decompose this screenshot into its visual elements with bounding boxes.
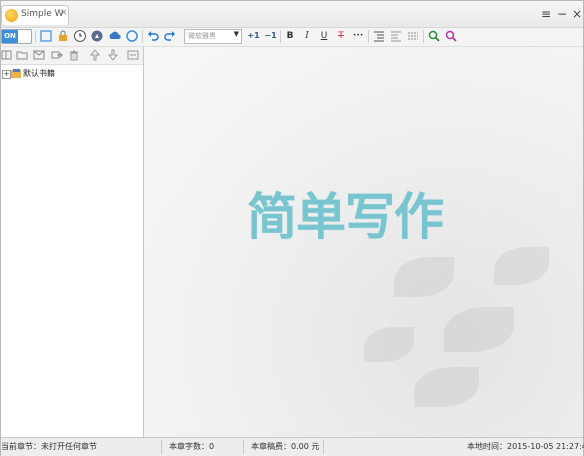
toggle-label: ON	[2, 30, 18, 43]
menu-button[interactable]: ≡	[539, 7, 553, 21]
title-bar: Simple W × ≡ − ×	[1, 1, 583, 28]
app-window: Simple W × ≡ − × ON 微软雅黑 ▼ +1 −1 B I U T…	[0, 0, 584, 456]
compass-icon[interactable]	[90, 29, 104, 43]
tree-item-label: 默认书籍	[23, 69, 55, 78]
status-chapter-fee: 本章稿费：0.00 元	[251, 442, 320, 451]
status-divider	[161, 440, 162, 454]
status-divider	[323, 440, 324, 454]
status-chapter-words: 本章字数：0	[169, 442, 215, 451]
list-icon[interactable]	[406, 29, 420, 43]
on-toggle[interactable]: ON	[1, 29, 32, 44]
status-bar: 当前章节：未打开任何章节 本章字数：0 本章稿费：0.00 元 本地时间：201…	[1, 437, 584, 456]
font-select[interactable]: 微软雅黑 ▼	[184, 29, 242, 44]
background-leaf	[444, 307, 514, 352]
circle-icon[interactable]	[125, 29, 139, 43]
redo-icon[interactable]	[163, 29, 177, 43]
toolbar-divider	[280, 30, 281, 43]
background-leaf	[414, 367, 479, 407]
toolbar-divider	[423, 30, 424, 43]
font-size-increase-button[interactable]: +1	[246, 29, 261, 43]
image-icon[interactable]	[33, 49, 45, 61]
expand-icon[interactable]: +	[2, 70, 11, 79]
status-current-chapter: 当前章节：未打开任何章节	[1, 442, 97, 451]
indent-right-icon[interactable]	[389, 29, 403, 43]
tab-close-icon[interactable]: ×	[60, 8, 68, 18]
app-logo-icon	[5, 9, 18, 22]
new-book-icon[interactable]	[1, 49, 13, 61]
background-leaf	[394, 257, 454, 297]
search-icon[interactable]	[427, 29, 441, 43]
document-tab[interactable]: Simple W ×	[1, 5, 69, 25]
font-size-decrease-button[interactable]: −1	[263, 29, 278, 43]
bold-button[interactable]: B	[283, 29, 297, 43]
brand-logo: 简单写作	[247, 188, 444, 246]
toolbar-divider	[35, 30, 36, 43]
arrow-down-icon[interactable]	[107, 49, 119, 61]
lock-icon[interactable]	[56, 29, 70, 43]
sidebar-toolbar	[1, 47, 143, 65]
font-select-value: 微软雅黑	[188, 32, 216, 40]
strikethrough-button[interactable]: T	[334, 29, 348, 43]
more-button[interactable]: •••	[351, 29, 365, 43]
replace-icon[interactable]	[444, 29, 458, 43]
clock-icon[interactable]	[73, 29, 87, 43]
export-icon[interactable]	[51, 49, 63, 61]
fullscreen-icon[interactable]	[39, 29, 53, 43]
book-sidebar: + 默认书籍	[1, 47, 144, 437]
underline-button[interactable]: U	[317, 29, 331, 43]
background-leaf	[494, 247, 549, 285]
trash-icon[interactable]	[68, 49, 80, 61]
italic-button[interactable]: I	[300, 29, 314, 43]
collapse-icon[interactable]	[127, 49, 139, 61]
minimize-button[interactable]: −	[555, 7, 569, 21]
cloud-icon[interactable]	[108, 29, 122, 43]
book-icon	[11, 69, 22, 79]
editor-area[interactable]: 简单写作	[144, 47, 583, 437]
main-toolbar: ON 微软雅黑 ▼ +1 −1 B I U T •••	[1, 28, 583, 47]
chevron-down-icon: ▼	[233, 30, 239, 38]
toolbar-divider	[142, 30, 143, 43]
indent-left-icon[interactable]	[372, 29, 386, 43]
tree-item-book[interactable]: + 默认书籍	[1, 67, 141, 81]
close-button[interactable]: ×	[570, 7, 584, 21]
arrow-up-icon[interactable]	[89, 49, 101, 61]
folder-icon[interactable]	[16, 49, 28, 61]
status-divider	[243, 440, 244, 454]
tab-title: Simple W	[21, 9, 64, 19]
status-local-time: 本地时间：2015-10-05 21:27:44	[467, 442, 584, 451]
undo-icon[interactable]	[146, 29, 160, 43]
toolbar-divider	[368, 30, 369, 43]
background-leaf	[364, 327, 414, 362]
